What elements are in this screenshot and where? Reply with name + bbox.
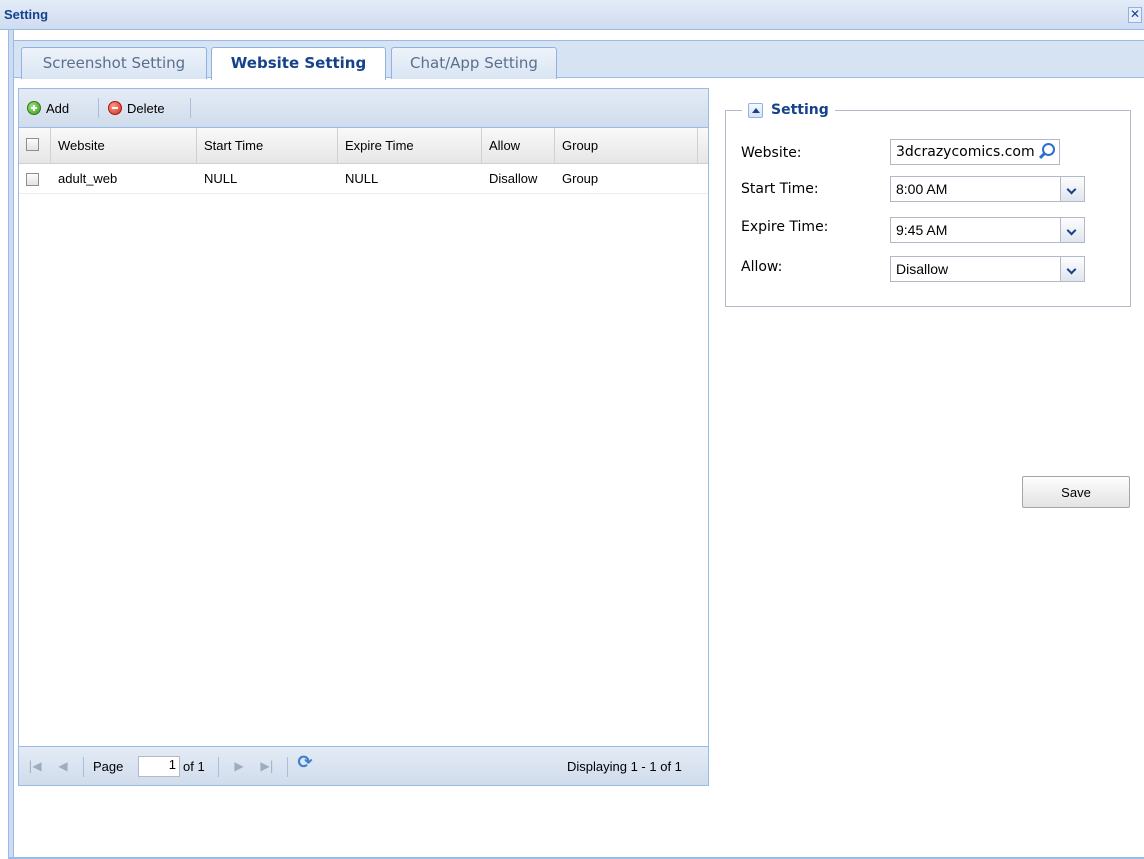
paging-separator	[287, 757, 288, 777]
column-header-start-time[interactable]: Start Time	[197, 128, 338, 164]
column-header-allow[interactable]: Allow	[482, 128, 555, 164]
add-icon	[27, 101, 41, 115]
cell-allow: Disallow	[489, 171, 538, 186]
window-header: Setting ✕	[0, 0, 1144, 30]
displaying-info: Displaying 1 - 1 of 1	[567, 759, 682, 774]
next-page-icon[interactable]: ▶	[231, 758, 247, 774]
website-value: 3dcrazycomics.com	[896, 144, 1035, 160]
toolbar-separator	[190, 98, 191, 118]
grid-toolbar: Add Delete	[19, 89, 708, 128]
paging-separator	[218, 757, 219, 777]
allow-label: Allow:	[741, 259, 783, 275]
column-header-group[interactable]: Group	[555, 128, 698, 164]
start-time-label: Start Time:	[741, 181, 819, 197]
column-header-expire-time[interactable]: Expire Time	[338, 128, 482, 164]
delete-button[interactable]: Delete	[108, 98, 165, 118]
search-icon[interactable]	[1035, 140, 1059, 164]
collapse-icon[interactable]	[748, 102, 763, 118]
expire-time-label: Expire Time:	[741, 219, 829, 235]
last-page-icon[interactable]: ▶|	[259, 758, 275, 774]
expire-time-value: 9:45 AM	[896, 222, 948, 238]
cell-website: adult_web	[58, 171, 118, 186]
select-all-checkbox[interactable]	[26, 138, 39, 151]
refresh-icon[interactable]: ⟳	[297, 754, 313, 772]
setting-fieldset: Setting Website: 3dcrazycomics.com Start…	[725, 102, 1131, 307]
allow-value: Disallow	[896, 261, 949, 277]
close-icon[interactable]: ✕	[1128, 7, 1142, 23]
setting-legend: Setting	[742, 102, 835, 118]
expire-time-combo[interactable]: 9:45 AM	[890, 217, 1085, 243]
save-button[interactable]: Save	[1022, 476, 1130, 508]
cell-group: Group	[562, 171, 599, 186]
start-time-value: 8:00 AM	[896, 181, 948, 197]
delete-icon	[108, 101, 122, 115]
cell-start-time: NULL	[204, 171, 238, 186]
start-time-combo[interactable]: 8:00 AM	[890, 176, 1085, 202]
website-field[interactable]: 3dcrazycomics.com	[890, 139, 1060, 165]
setting-legend-title: Setting	[771, 102, 829, 118]
chevron-down-icon[interactable]	[1060, 177, 1084, 201]
add-button-label: Add	[46, 100, 70, 116]
chevron-down-icon[interactable]	[1060, 257, 1084, 281]
grid-header: Website Start Time Expire Time Allow Gro…	[19, 128, 708, 164]
window-title: Setting	[4, 7, 49, 22]
table-row[interactable]: adult_web NULL NULL Disallow Group	[19, 164, 708, 194]
page-label: Page	[93, 759, 124, 774]
paging-toolbar: |◀ ◀ Page 1 of 1 ▶ ▶| ⟳ Displaying 1 - 1…	[19, 746, 708, 785]
page-number-input[interactable]: 1	[138, 756, 180, 777]
allow-combo[interactable]: Disallow	[890, 256, 1085, 282]
window-frame-left	[8, 30, 14, 859]
add-button[interactable]: Add	[27, 98, 69, 118]
chevron-down-icon[interactable]	[1060, 218, 1084, 242]
tab-screenshot-setting[interactable]: Screenshot Setting	[21, 47, 207, 79]
prev-page-icon[interactable]: ◀	[55, 758, 71, 774]
website-grid-panel: Add Delete Website Start Time Expire Tim…	[18, 88, 709, 786]
website-label: Website:	[741, 145, 802, 161]
column-header-website[interactable]: Website	[51, 128, 197, 164]
first-page-icon[interactable]: |◀	[27, 758, 43, 774]
tab-strip: Screenshot Setting Website Setting Chat/…	[14, 40, 1144, 80]
paging-separator	[83, 757, 84, 777]
row-checkbox[interactable]	[26, 173, 39, 186]
page-of-text: of 1	[183, 759, 205, 774]
delete-button-label: Delete	[127, 100, 165, 116]
toolbar-separator	[98, 98, 99, 118]
tab-website-setting[interactable]: Website Setting	[211, 47, 386, 80]
header-checkbox-cell	[19, 128, 51, 164]
cell-expire-time: NULL	[345, 171, 379, 186]
tab-chat-app-setting[interactable]: Chat/App Setting	[391, 47, 557, 79]
